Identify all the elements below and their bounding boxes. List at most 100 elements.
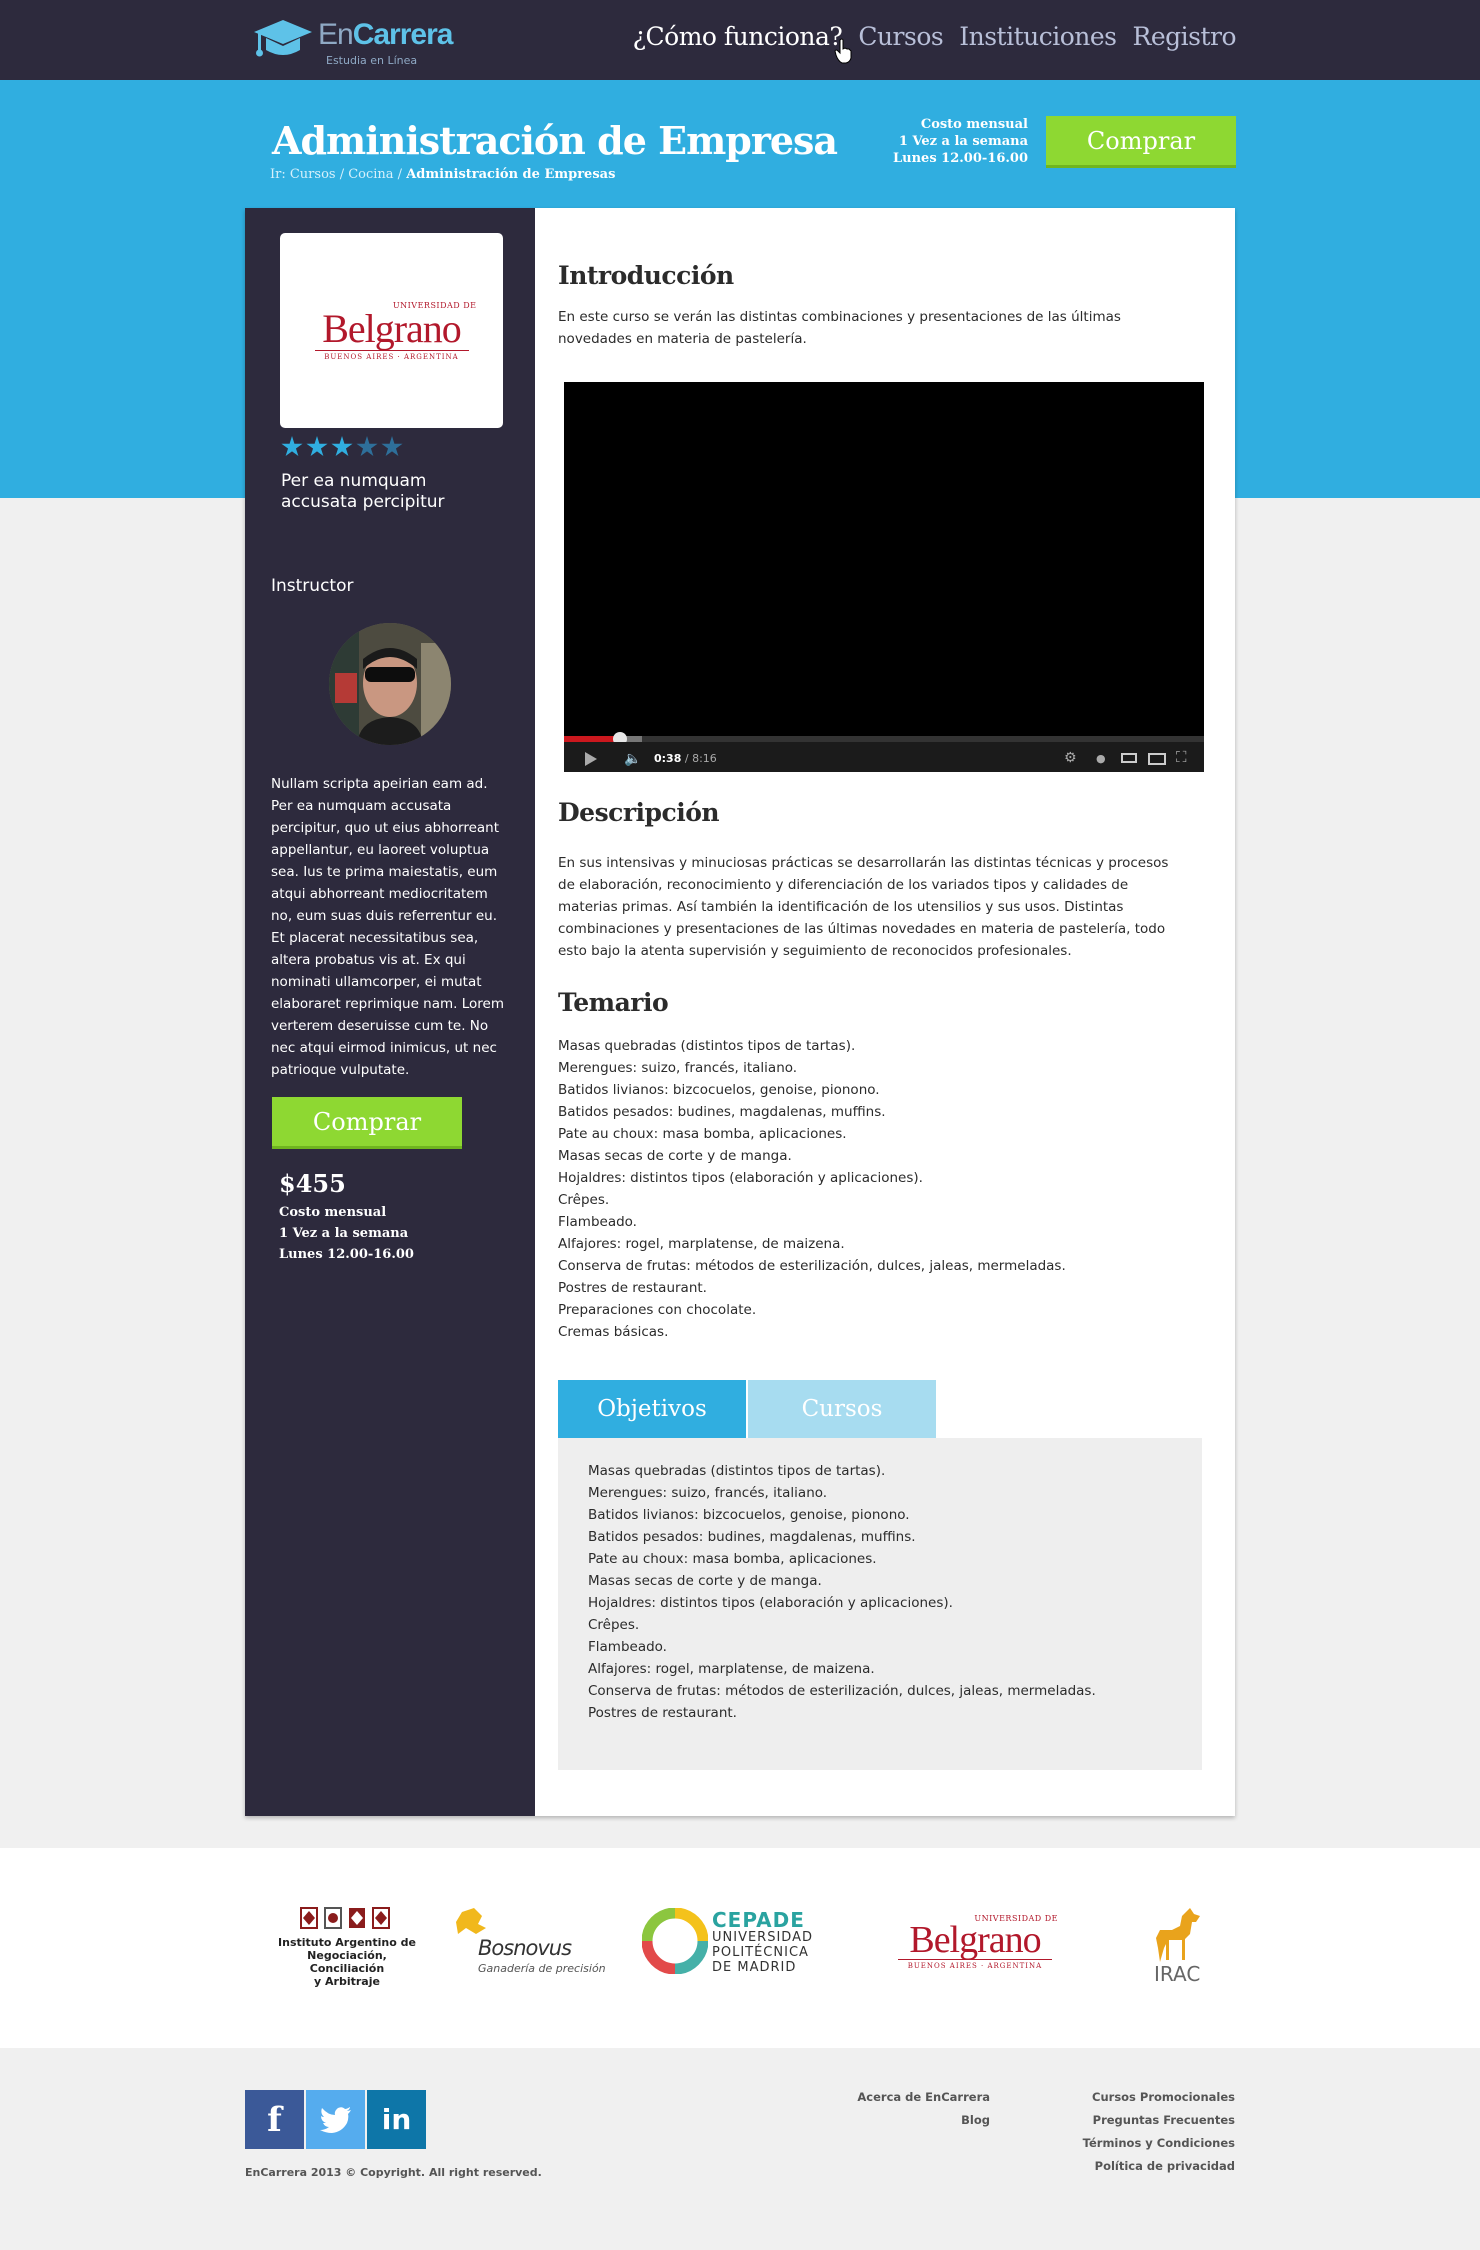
star-icon: [331, 436, 353, 457]
partner-logo-bosnovus[interactable]: Bosnovus Ganadería de precisión: [452, 1906, 612, 1976]
star-icon: [306, 436, 328, 457]
large-player-icon[interactable]: [1148, 753, 1166, 765]
play-icon[interactable]: [585, 752, 597, 766]
logo-bottom-text: BUENOS AIRES · ARGENTINA: [324, 352, 459, 361]
bosnovus-tagline: Ganadería de precisión: [478, 1962, 606, 1975]
objectives-panel: Masas quebradas (distintos tipos de tart…: [558, 1438, 1202, 1770]
objective-item: Merengues: suizo, francés, italiano.: [588, 1485, 828, 1501]
nav-cursos[interactable]: Cursos: [858, 22, 943, 51]
sidebar-frequency: 1 Vez a la semana: [279, 1226, 409, 1241]
video-player[interactable]: 🔈 0:38 / 8:16 ⚙ ● ⛶: [564, 382, 1204, 772]
footer-link-faq[interactable]: Preguntas Frecuentes: [1083, 2109, 1235, 2132]
footer-link-blog[interactable]: Blog: [857, 2109, 990, 2132]
syllabus-item: Batidos pesados: budines, magdalenas, mu…: [558, 1104, 886, 1120]
video-time-current: 0:38: [654, 752, 682, 765]
syllabus-item: Conserva de frutas: métodos de esteriliz…: [558, 1258, 1066, 1274]
schedule-frequency: 1 Vez a la semana: [898, 134, 1028, 149]
sidebar-schedule: Costo mensual 1 Vez a la semana Lunes 12…: [279, 1202, 414, 1265]
schedule-time: Lunes 12.00-16.00: [893, 151, 1028, 166]
objective-item: Masas quebradas (distintos tipos de tart…: [588, 1463, 886, 1479]
tab-objetivos[interactable]: Objetivos: [558, 1380, 746, 1438]
footer-links-about: Acerca de EnCarrera Blog: [857, 2086, 990, 2132]
graduation-cap-icon: [254, 20, 312, 57]
main-nav: ¿Cómo funciona? Cursos Instituciones Reg…: [633, 22, 1237, 51]
info-tabs: Objetivos Cursos: [558, 1380, 936, 1438]
nav-instituciones[interactable]: Instituciones: [959, 22, 1117, 51]
syllabus-item: Hojaldres: distintos tipos (elaboración …: [558, 1170, 923, 1186]
partner-logo-cepade[interactable]: CEPADE UNIVERSIDAD POLITÉCNICA DE MADRID: [642, 1908, 822, 1978]
objective-item: Conserva de frutas: métodos de esteriliz…: [588, 1683, 1096, 1699]
cepade-line2: POLITÉCNICA: [712, 1945, 809, 1960]
belgrano-bottom: BUENOS AIRES · ARGENTINA: [907, 1962, 1043, 1970]
schedule-cost-label: Costo mensual: [920, 117, 1028, 132]
partner-logo-belgrano[interactable]: UNIVERSIDAD DE Belgrano BUENOS AIRES · A…: [892, 1914, 1058, 1970]
instructor-avatar[interactable]: [329, 623, 451, 745]
linkedin-icon[interactable]: in: [367, 2090, 426, 2149]
small-player-icon[interactable]: [1121, 753, 1137, 763]
syllabus-item: Preparaciones con chocolate.: [558, 1302, 757, 1318]
breadcrumb: Ir: Cursos / Cocina / Administración de …: [270, 167, 615, 182]
copyright: EnCarrera 2013 © Copyright. All right re…: [245, 2166, 542, 2179]
footer-link-terms[interactable]: Términos y Condiciones: [1083, 2132, 1235, 2155]
partner-logo-irac[interactable]: IRAC: [1146, 1904, 1216, 1986]
buy-button-sidebar[interactable]: Comprar: [272, 1097, 462, 1149]
irac-name: IRAC: [1154, 1962, 1201, 1986]
footer-link-privacy[interactable]: Política de privacidad: [1083, 2155, 1235, 2178]
star-icon: [381, 436, 403, 457]
objective-item: Postres de restaurant.: [588, 1705, 737, 1721]
fullscreen-icon[interactable]: ⛶: [1176, 748, 1187, 766]
video-time: 0:38 / 8:16: [654, 752, 717, 765]
syllabus-list: Masas quebradas (distintos tipos de tart…: [558, 1035, 1188, 1343]
course-sidebar: UNIVERSIDAD DE Belgrano BUENOS AIRES · A…: [245, 208, 535, 1816]
objective-item: Batidos livianos: bizcocuelos, genoise, …: [588, 1507, 910, 1523]
iana-line2: Negociación, Conciliación: [307, 1949, 387, 1975]
description-heading: Descripción: [558, 798, 720, 827]
objective-item: Alfajores: rogel, marplatense, de maizen…: [588, 1661, 875, 1677]
tab-cursos[interactable]: Cursos: [748, 1380, 936, 1438]
objective-item: Pate au choux: masa bomba, aplicaciones.: [588, 1551, 877, 1567]
star-icon: [356, 436, 378, 457]
instructor-photo: [329, 623, 451, 745]
objective-item: Masas secas de corte y de manga.: [588, 1573, 822, 1589]
nav-registro[interactable]: Registro: [1133, 22, 1237, 51]
rating-stars: [281, 436, 403, 458]
cepade-ring-icon: [642, 1908, 708, 1974]
belgrano-name: Belgrano: [909, 1919, 1041, 1961]
syllabus-item: Crêpes.: [558, 1192, 610, 1208]
intro-heading: Introducción: [558, 261, 734, 290]
syllabus-item: Pate au choux: masa bomba, aplicaciones.: [558, 1126, 847, 1142]
syllabus-item: Postres de restaurant.: [558, 1280, 707, 1296]
settings-gear-icon[interactable]: ⚙: [1064, 750, 1077, 766]
institution-logo[interactable]: UNIVERSIDAD DE Belgrano BUENOS AIRES · A…: [280, 233, 503, 428]
syllabus-item: Masas secas de corte y de manga.: [558, 1148, 792, 1164]
partner-logo-iana[interactable]: Instituto Argentino de Negociación, Conc…: [272, 1906, 422, 1988]
instructor-bio: Nullam scripta apeirian eam ad. Per ea n…: [271, 776, 504, 1078]
breadcrumb-path[interactable]: Ir: Cursos / Cocina /: [270, 167, 406, 182]
syllabus-item: Flambeado.: [558, 1214, 637, 1230]
iana-emblem-icon: [300, 1907, 390, 1929]
logo-tagline: Estudia en Línea: [326, 54, 418, 67]
twitter-icon[interactable]: [306, 2090, 365, 2149]
course-price: $455: [279, 1169, 346, 1198]
sidebar-cost-label: Costo mensual: [279, 1205, 387, 1220]
volume-icon[interactable]: 🔈: [624, 751, 641, 767]
iana-line1: Instituto Argentino de: [278, 1936, 416, 1949]
encarrera-logo[interactable]: EnCarrera Estudia en Línea: [252, 14, 472, 67]
description-text: En sus intensivas y minuciosas prácticas…: [558, 855, 1169, 959]
buy-button-header[interactable]: Comprar: [1046, 116, 1236, 168]
footer-link-about[interactable]: Acerca de EnCarrera: [857, 2086, 990, 2109]
syllabus-item: Cremas básicas.: [558, 1324, 669, 1340]
info-icon[interactable]: ●: [1096, 752, 1106, 765]
sidebar-time: Lunes 12.00-16.00: [279, 1247, 414, 1262]
course-tagline: Per ea numquam accusata percipitur: [281, 471, 445, 512]
top-navigation-bar: EnCarrera Estudia en Línea ¿Cómo funcion…: [0, 0, 1480, 80]
facebook-icon[interactable]: f: [245, 2090, 304, 2149]
social-links: f in: [245, 2090, 426, 2149]
site-footer: [0, 2048, 1480, 2250]
page-title: Administración de Empresa: [272, 118, 838, 163]
hand-cursor-icon: [834, 38, 852, 64]
footer-link-promos[interactable]: Cursos Promocionales: [1083, 2086, 1235, 2109]
bosnovus-name: Bosnovus: [478, 1936, 572, 1960]
objective-item: Flambeado.: [588, 1639, 667, 1655]
nav-como-funciona[interactable]: ¿Cómo funciona?: [633, 22, 843, 51]
